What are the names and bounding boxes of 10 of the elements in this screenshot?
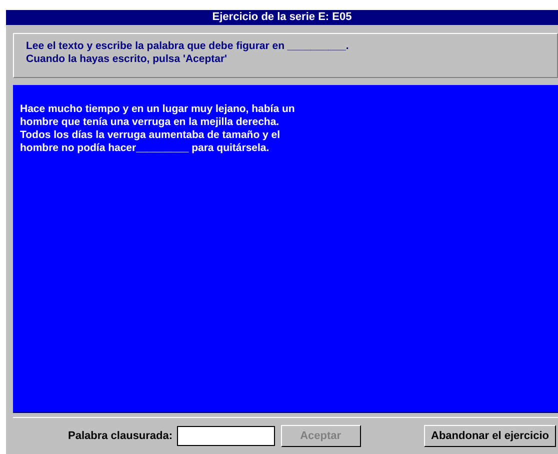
abandon-button[interactable]: Abandonar el ejercicio [424, 425, 556, 447]
passage-text: hombre que tenía una verruga en la mejilla derecha. [20, 116, 280, 129]
passage-text: hombre no podía hacer_________ para quitársela. [20, 142, 270, 155]
answer-label: Palabra clausurada: [68, 430, 173, 442]
answer-field[interactable] [176, 426, 275, 446]
passage-text: Todos los días la verruga aumentaba de tamaño y el [20, 129, 282, 142]
passage-text: Hace mucho tiempo y en un lugar muy lejano, había un [20, 103, 296, 116]
instruction-text: Cuando la hayas escrito, pulsa 'Aceptar' [26, 53, 228, 66]
instruction-text: Lee el texto y escribe la palabra que debe figurar en __________. [26, 40, 350, 53]
window-title: Ejercicio de la serie E: E05 [6, 10, 558, 25]
